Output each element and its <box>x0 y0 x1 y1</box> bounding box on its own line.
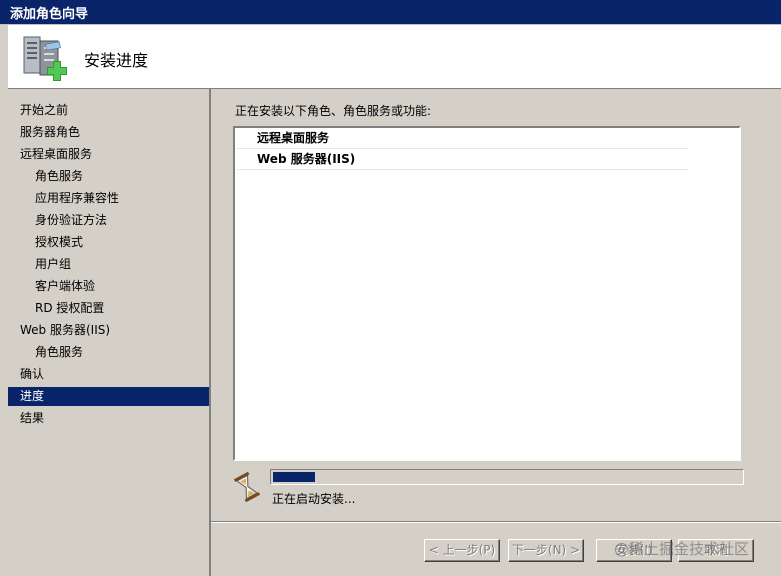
nav-item: 服务器角色 <box>20 125 81 139</box>
install-listbox[interactable]: 远程桌面服务 Web 服务器(IIS) <box>233 126 741 461</box>
title-bar[interactable]: 添加角色向导 <box>0 0 781 25</box>
nav-item: 远程桌面服务 <box>20 147 93 161</box>
list-item: 远程桌面服务 <box>237 128 689 149</box>
nav-item: RD 授权配置 <box>35 301 105 315</box>
nav-item: 授权模式 <box>35 235 84 249</box>
nav-item: 用户组 <box>35 257 72 271</box>
window-title: 添加角色向导 <box>10 7 89 22</box>
install-list-label: 正在安装以下角色、角色服务或功能: <box>235 104 432 118</box>
progress-fill <box>273 472 315 482</box>
nav-item: 应用程序兼容性 <box>35 191 120 205</box>
add-roles-wizard-window: 添加角色向导 安装进度 开始之前 服务器角色 远程桌面服务 角色服务 应用程序兼容性 身份… <box>0 0 781 576</box>
server-add-icon <box>23 36 67 81</box>
nav-item: 角色服务 <box>35 345 84 359</box>
wizard-nav: 开始之前 服务器角色 远程桌面服务 角色服务 应用程序兼容性 身份验证方法 授权模式 用户组客… <box>8 89 210 576</box>
next-button[interactable]: 下一步(N) > <box>508 539 584 562</box>
nav-item: 客户端体验 <box>35 279 96 293</box>
previous-button[interactable]: < 上一步(P) <box>424 539 500 562</box>
nav-item: 进度 <box>8 387 209 406</box>
status-text: 正在启动安装... <box>272 492 356 506</box>
nav-item: 身份验证方法 <box>35 213 108 227</box>
list-item: Web 服务器(IIS) <box>237 149 689 170</box>
nav-item: 结果 <box>20 411 45 425</box>
watermark: @稀土掘金技术社区 <box>614 540 750 558</box>
nav-item: 确认 <box>20 367 45 381</box>
wizard-header: 安装进度 <box>8 25 781 89</box>
nav-item: 开始之前 <box>20 103 69 117</box>
page-title: 安装进度 <box>84 51 149 70</box>
nav-item: 角色服务 <box>35 169 84 183</box>
nav-item: Web 服务器(IIS) <box>20 323 111 337</box>
wizard-content: 正在安装以下角色、角色服务或功能: 远程桌面服务 Web 服务器(IIS) 正在… <box>211 89 781 521</box>
hourglass-icon <box>234 472 260 502</box>
install-progress-bar <box>270 469 744 485</box>
